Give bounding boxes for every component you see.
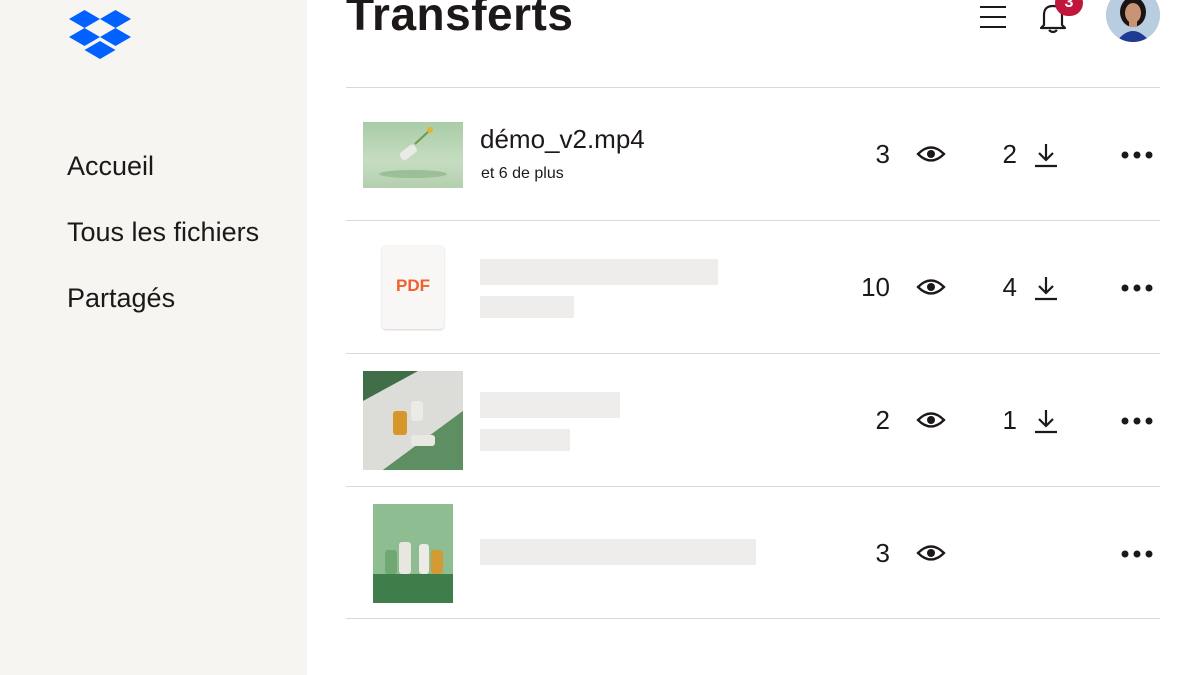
more-icon[interactable] [1119,542,1155,566]
more-icon[interactable] [1119,143,1155,167]
eye-icon [916,412,946,428]
download-icon [1035,144,1057,168]
view-count: 2 [846,405,946,435]
notifications-button[interactable]: 3 [1036,0,1086,36]
download-icon [1035,277,1057,301]
file-name-placeholder [480,392,620,418]
table-row[interactable]: démo_v2.mp4 et 6 de plus 3 2 [346,87,1160,220]
table-row[interactable]: 3 [346,486,1160,619]
download-icon [1035,410,1057,434]
more-icon[interactable] [1119,409,1155,433]
views-count-value: 10 [861,272,890,302]
views-count-value: 2 [875,405,890,435]
file-subtitle-placeholder [480,296,574,318]
view-count: 3 [846,139,946,169]
download-count: 2 [976,139,1060,169]
dropbox-logo[interactable] [69,10,131,64]
file-subtitle-placeholder [480,429,570,451]
sidebar-item-shared[interactable]: Partagés [67,282,259,348]
sidebar-nav: Accueil Tous les fichiers Partagés [67,150,259,348]
view-count: 10 [846,272,946,302]
views-count-value: 3 [875,538,890,568]
downloads-count-value: 1 [1002,405,1017,435]
sidebar-item-home[interactable]: Accueil [67,150,259,216]
video-thumbnail [363,122,463,188]
sidebar-item-all-files[interactable]: Tous les fichiers [67,216,259,282]
downloads-count-value: 4 [1002,272,1017,302]
download-count: 1 [976,405,1060,435]
sidebar: Accueil Tous les fichiers Partagés [0,0,307,675]
eye-icon [916,545,946,561]
file-name-placeholder [480,259,718,285]
avatar-image [1106,0,1160,42]
downloads-count-value: 2 [1002,139,1017,169]
file-subtitle: et 6 de plus [481,165,564,182]
pdf-file-icon: PDF [382,245,444,329]
menu-icon[interactable] [978,4,1008,30]
avatar[interactable] [1106,0,1160,42]
eye-icon [916,146,946,162]
download-count: 4 [976,272,1060,302]
pdf-label: PDF [396,276,430,295]
more-icon[interactable] [1119,276,1155,300]
views-count-value: 3 [875,139,890,169]
file-name[interactable]: démo_v2.mp4 [480,124,645,154]
page-title: Transferts [346,0,574,40]
table-row[interactable]: 2 1 [346,353,1160,486]
product-image-thumbnail [363,371,463,470]
eye-icon [916,279,946,295]
file-name-placeholder [480,539,756,565]
product-image-thumbnail [373,504,453,603]
view-count: 3 [846,538,946,568]
table-row[interactable]: PDF 10 4 [346,220,1160,353]
transfers-list: démo_v2.mp4 et 6 de plus 3 2 PDF 10 4 2 … [346,87,1160,619]
